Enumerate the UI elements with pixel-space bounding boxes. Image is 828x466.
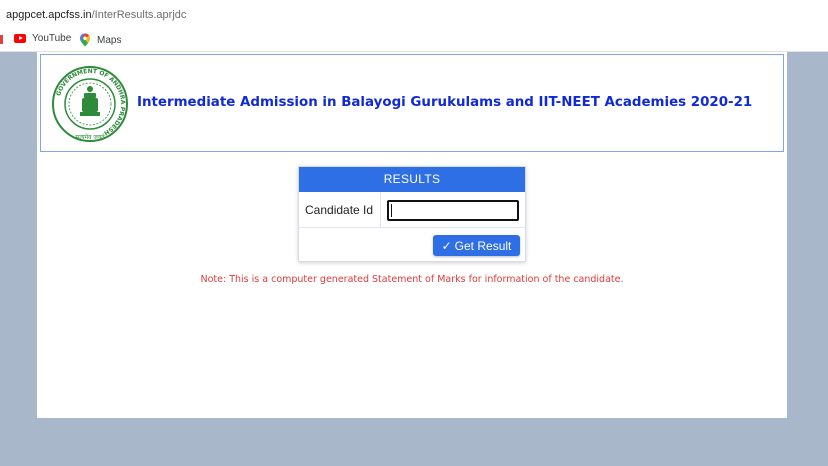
bookmark-label: Maps xyxy=(97,34,122,46)
bookmarks-bar: YouTube Maps xyxy=(0,28,828,52)
disclaimer-note: Note: This is a computer generated State… xyxy=(200,274,624,285)
text-caret xyxy=(391,204,392,217)
results-heading: RESULTS xyxy=(299,167,525,192)
address-bar[interactable]: apgpcet.apcfss.in/InterResults.aprjdc xyxy=(0,0,828,28)
cell-divider xyxy=(380,192,381,228)
get-result-label: Get Result xyxy=(454,238,512,253)
bookmark-label: YouTube xyxy=(32,33,72,44)
url-text[interactable]: apgpcet.apcfss.in/InterResults.aprjdc xyxy=(6,9,186,21)
results-form: RESULTS Candidate Id ✓ Get Result xyxy=(298,166,526,262)
youtube-icon xyxy=(14,34,26,43)
bookmark-youtube[interactable]: YouTube xyxy=(14,33,71,44)
page-content: GOVERNMENT OF ANDHRA PRADESH सत्यमेव जयत… xyxy=(37,52,787,418)
page-header: GOVERNMENT OF ANDHRA PRADESH सत्यमेव जयत… xyxy=(40,54,784,152)
bookmark-truncated-icon[interactable] xyxy=(0,35,3,44)
candidate-id-input[interactable] xyxy=(387,200,519,221)
maps-icon xyxy=(80,33,90,47)
candidate-id-label: Candidate Id xyxy=(305,203,374,217)
bookmark-maps[interactable]: Maps xyxy=(79,33,121,47)
get-result-button[interactable]: ✓ Get Result xyxy=(433,235,520,256)
svg-text:सत्यमेव जयते: सत्यमेव जयते xyxy=(75,133,105,141)
check-icon: ✓ xyxy=(441,238,452,253)
page-title: Intermediate Admission in Balayogi Guruk… xyxy=(137,95,753,110)
government-emblem-icon: GOVERNMENT OF ANDHRA PRADESH सत्यमेव जयत… xyxy=(52,66,128,142)
candidate-id-row: Candidate Id xyxy=(299,192,525,228)
